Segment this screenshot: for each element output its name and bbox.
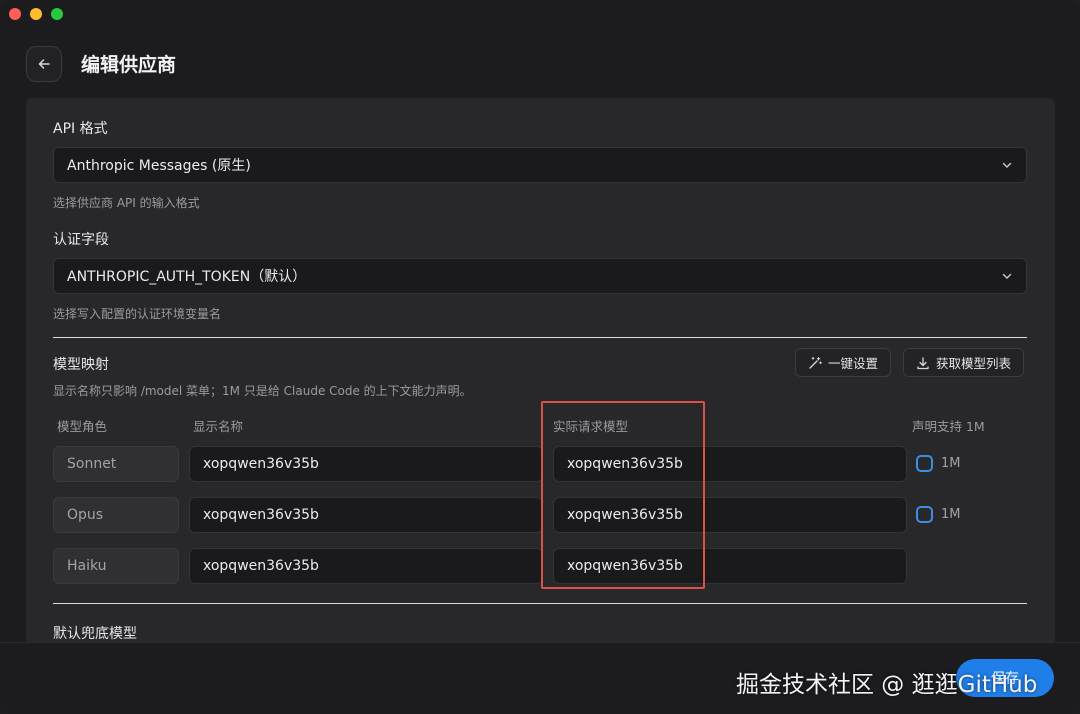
role-cell-haiku: Haiku [53,548,179,584]
chevron-down-icon [1002,273,1012,279]
download-icon [917,356,929,369]
back-button[interactable] [26,46,62,82]
api-format-label: API 格式 [53,121,108,137]
api-format-value: Anthropic Messages (原生) [67,158,251,174]
footer-bar: 保存 掘金技术社区 @ 逛逛GitHub [0,642,1080,714]
watermark-text: 掘金技术社区 @ 逛逛GitHub [736,672,1038,698]
auth-field-value: ANTHROPIC_AUTH_TOKEN（默认） [67,269,307,285]
role-cell-opus: Opus [53,497,179,533]
fallback-model-label: 默认兜底模型 [53,626,137,642]
window-controls [9,8,63,20]
chevron-down-icon [1002,162,1012,168]
model-mapping-title: 模型映射 [53,357,109,373]
declare-1m-toggle[interactable]: 1M [916,506,961,523]
section-divider [53,337,1027,338]
one-click-setup-label: 一键设置 [828,356,879,371]
auth-field-label: 认证字段 [53,232,109,248]
display-name-input[interactable]: xopqwen36v35b [189,548,543,584]
section-divider [53,603,1027,604]
checkbox-label: 1M [941,456,961,471]
column-header-role: 模型角色 [57,419,108,434]
auth-field-hint: 选择写入配置的认证环境变量名 [53,307,222,321]
declare-1m-toggle[interactable]: 1M [916,455,961,472]
checkbox[interactable] [916,455,933,472]
column-header-display-name: 显示名称 [193,419,244,434]
model-mapping-hint: 显示名称只影响 /model 菜单；1M 只是给 Claude Code 的上下… [53,384,472,398]
auth-field-select[interactable]: ANTHROPIC_AUTH_TOKEN（默认） [53,258,1027,294]
arrow-left-icon [38,59,50,69]
magic-wand-icon [809,356,822,369]
role-cell-sonnet: Sonnet [53,446,179,482]
one-click-setup-button[interactable]: 一键设置 [795,348,892,377]
checkbox-label: 1M [941,507,961,522]
checkbox[interactable] [916,506,933,523]
api-format-hint: 选择供应商 API 的输入格式 [53,196,200,210]
app-window: 编辑供应商 API 格式 Anthropic Messages (原生) 选择供… [0,0,1080,714]
api-format-select[interactable]: Anthropic Messages (原生) [53,147,1027,183]
fetch-models-label: 获取模型列表 [936,356,1012,371]
minimize-window-button[interactable] [30,8,42,20]
highlight-annotation-box [541,401,705,589]
fetch-models-button[interactable]: 获取模型列表 [903,348,1025,377]
column-header-declare-1m: 声明支持 1M [912,419,985,434]
page-title: 编辑供应商 [81,54,177,76]
display-name-input[interactable]: xopqwen36v35b [189,446,543,482]
close-window-button[interactable] [9,8,21,20]
display-name-input[interactable]: xopqwen36v35b [189,497,543,533]
zoom-window-button[interactable] [51,8,63,20]
